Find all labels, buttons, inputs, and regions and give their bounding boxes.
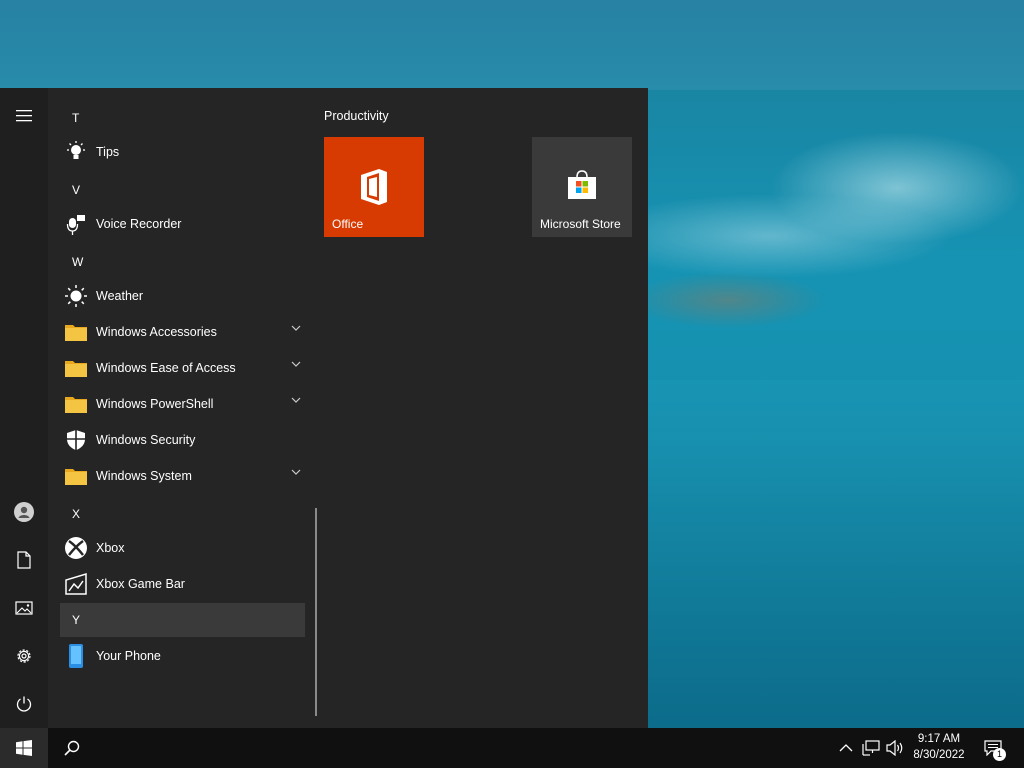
folder-item-windows-powershell[interactable]: Windows PowerShell [60, 387, 305, 421]
taskbar-clock[interactable]: 9:17 AM 8/30/2022 [906, 731, 972, 763]
app-label: Your Phone [96, 649, 161, 663]
app-item-weather[interactable]: Weather [60, 279, 305, 313]
letter-label: W [72, 255, 84, 269]
user-account-button[interactable] [0, 488, 48, 536]
action-center-button[interactable]: 1 [978, 728, 1008, 768]
tile-office[interactable]: Office [324, 137, 424, 237]
settings-gear-icon [17, 649, 31, 663]
chevron-down-icon[interactable] [291, 397, 301, 403]
tile-group-title[interactable]: Productivity [324, 109, 389, 123]
taskbar: 9:17 AM 8/30/2022 1 [0, 728, 1024, 768]
store-bag-icon [568, 170, 596, 199]
start-button[interactable] [0, 728, 48, 768]
folder-item-windows-accessories[interactable]: Windows Accessories [60, 315, 305, 349]
desktop-wallpaper-water [648, 380, 1024, 728]
app-item-windows-security[interactable]: Windows Security [60, 423, 305, 457]
app-item-voice-recorder[interactable]: Voice Recorder [60, 207, 305, 241]
folder-icon [65, 325, 87, 341]
app-item-your-phone[interactable]: Your Phone [60, 639, 305, 673]
clock-time: 9:17 AM [917, 733, 961, 745]
search-icon [64, 740, 80, 756]
tile-label: Office [332, 217, 364, 231]
notification-count-badge: 1 [993, 748, 1006, 761]
letter-header-t[interactable]: T [60, 101, 305, 135]
pictures-icon [15, 601, 33, 615]
tiles-area: Productivity Office Microsoft Store [312, 88, 648, 728]
folder-icon [65, 469, 87, 485]
chevron-up-icon[interactable] [839, 740, 853, 756]
letter-label: X [72, 507, 81, 521]
game-bar-icon [65, 572, 87, 595]
volume-icon[interactable] [886, 740, 904, 756]
app-label: Weather [96, 289, 144, 303]
letter-header-y[interactable]: Y [60, 603, 305, 637]
microphone-icon [66, 215, 85, 235]
sun-icon [65, 285, 87, 307]
app-label: Voice Recorder [96, 217, 182, 231]
app-item-xbox-game-bar[interactable]: Xbox Game Bar [60, 567, 305, 601]
tile-microsoft-store[interactable]: Microsoft Store [532, 137, 632, 237]
network-icon[interactable] [862, 740, 880, 756]
settings-button[interactable] [0, 632, 48, 680]
desktop-wallpaper-wave [600, 60, 1024, 380]
folder-label: Windows Accessories [96, 325, 217, 339]
documents-button[interactable] [0, 536, 48, 584]
letter-header-x[interactable]: X [60, 497, 305, 531]
chevron-down-icon[interactable] [291, 325, 301, 331]
pictures-button[interactable] [0, 584, 48, 632]
letter-header-v[interactable]: V [60, 173, 305, 207]
folder-item-windows-system[interactable]: Windows System [60, 459, 305, 493]
app-label: Xbox Game Bar [96, 577, 185, 591]
folder-icon [65, 397, 87, 413]
letter-header-w[interactable]: W [60, 245, 305, 279]
clock-date: 8/30/2022 [913, 749, 965, 761]
app-item-tips[interactable]: Tips [60, 135, 305, 169]
chevron-down-icon[interactable] [291, 469, 301, 475]
app-label: Windows Security [96, 433, 196, 447]
app-label: Tips [96, 145, 120, 159]
power-icon [16, 696, 32, 712]
chevron-down-icon[interactable] [291, 361, 301, 367]
documents-icon [17, 551, 31, 569]
letter-label: T [72, 111, 80, 125]
hamburger-menu-icon [16, 110, 32, 122]
hamburger-menu-button[interactable] [0, 92, 48, 140]
xbox-icon [65, 537, 87, 559]
office-icon [361, 169, 387, 205]
app-list: T Tips V Voice Recorder W Weather Window… [48, 88, 317, 728]
power-button[interactable] [0, 680, 48, 728]
folder-label: Windows System [96, 469, 192, 483]
folder-label: Windows PowerShell [96, 397, 214, 411]
folder-item-windows-ease-of-access[interactable]: Windows Ease of Access [60, 351, 305, 385]
folder-label: Windows Ease of Access [96, 361, 236, 375]
app-item-xbox[interactable]: Xbox [60, 531, 305, 565]
letter-label: V [72, 183, 81, 197]
lightbulb-icon [67, 141, 85, 159]
app-label: Xbox [96, 541, 125, 555]
shield-icon [67, 430, 85, 450]
tile-label: Microsoft Store [540, 217, 621, 231]
folder-icon [65, 361, 87, 377]
phone-icon [69, 644, 83, 668]
start-menu: T Tips V Voice Recorder W Weather Window… [0, 88, 648, 728]
user-account-icon [14, 502, 34, 522]
search-button[interactable] [48, 728, 96, 768]
letter-label: Y [72, 613, 81, 627]
start-menu-rail [0, 88, 48, 728]
windows-logo-icon [16, 740, 32, 756]
